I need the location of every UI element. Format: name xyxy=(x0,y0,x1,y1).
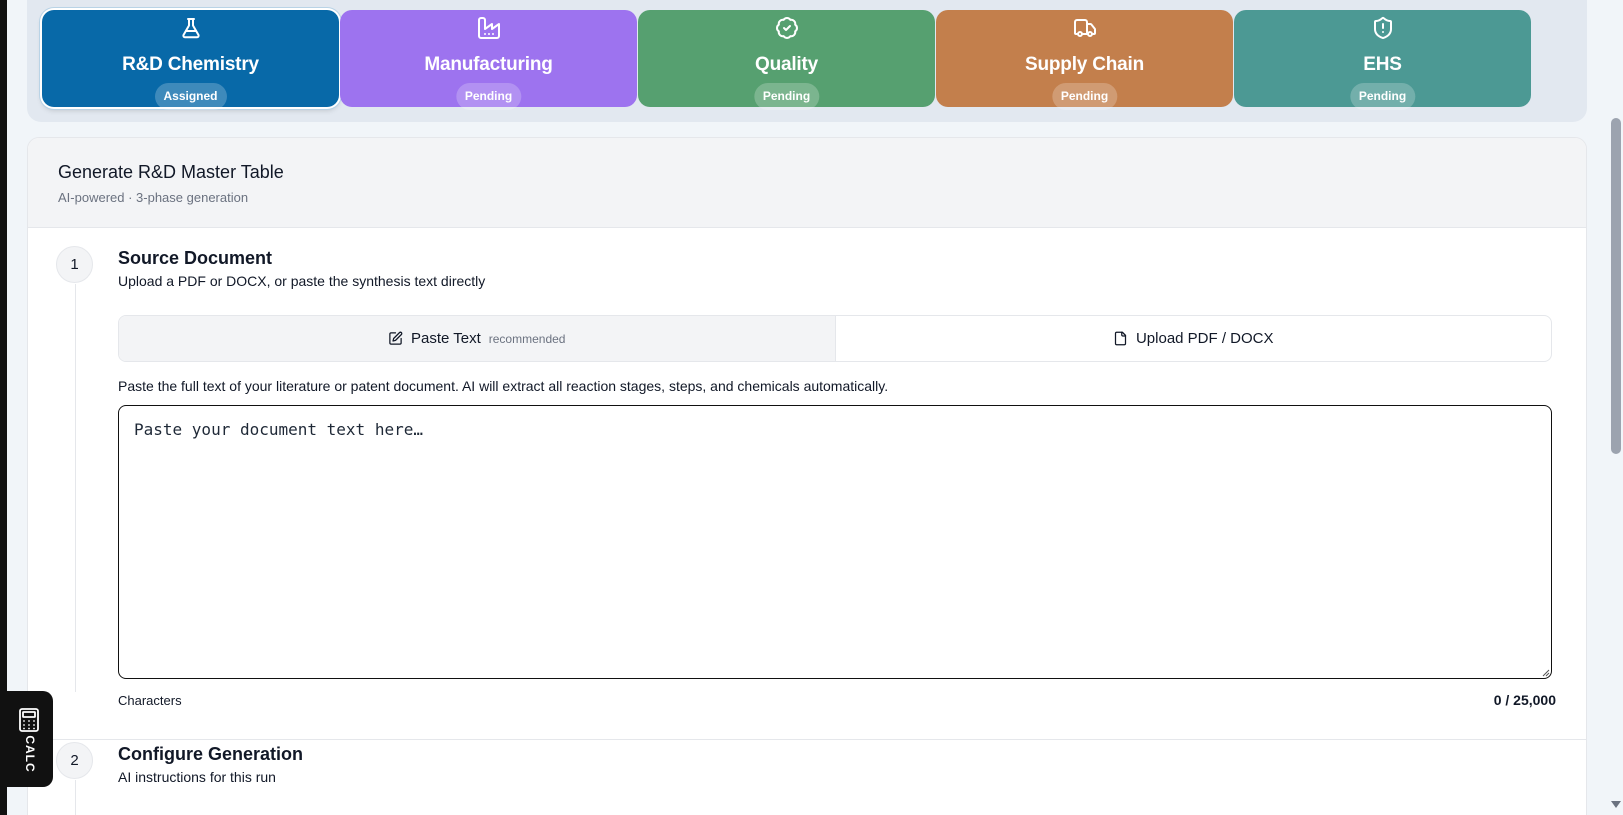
step-connector xyxy=(75,780,76,815)
page-scrollbar[interactable] xyxy=(1609,0,1623,815)
tab-paste-text[interactable]: Paste Text recommended xyxy=(119,316,836,361)
tab-label: Paste Text xyxy=(411,330,481,347)
characters-count: 0 / 25,000 xyxy=(1493,692,1556,708)
dept-name: EHS xyxy=(1363,54,1402,75)
dept-card-manufacturing[interactable]: Manufacturing Pending xyxy=(340,10,637,110)
tab-label: Upload PDF / DOCX xyxy=(1135,330,1274,347)
dept-card-supply-chain[interactable]: Supply Chain Pending xyxy=(936,10,1233,110)
panel-header: Generate R&D Master Table AI-powered · 3… xyxy=(28,138,1586,228)
resize-grip-icon[interactable] xyxy=(1542,669,1550,677)
step-title: Configure Generation xyxy=(118,744,304,764)
characters-label: Characters xyxy=(118,693,182,708)
dept-status-badge: Pending xyxy=(753,83,820,110)
generate-panel: Generate R&D Master Table AI-powered · 3… xyxy=(27,137,1587,815)
calculator-icon xyxy=(18,708,40,732)
factory-icon xyxy=(477,16,501,40)
dept-card-ehs[interactable]: EHS Pending xyxy=(1234,10,1531,110)
step-number: 1 xyxy=(56,246,93,283)
step-connector xyxy=(75,284,76,692)
dept-status-badge: Pending xyxy=(455,83,522,110)
section-divider xyxy=(28,739,1586,740)
step-number: 2 xyxy=(56,742,93,779)
department-strip: R&D Chemistry Assigned Manufacturing Pen… xyxy=(27,0,1587,122)
dept-status-badge: Pending xyxy=(1051,83,1118,110)
tab-upload-file[interactable]: Upload PDF / DOCX xyxy=(836,316,1552,361)
shield-alert-icon xyxy=(1371,16,1395,40)
paste-help-text: Paste the full text of your literature o… xyxy=(118,378,889,394)
dept-name: Manufacturing xyxy=(424,54,553,75)
panel-title: Generate R&D Master Table xyxy=(58,162,284,182)
scroll-down-arrow-icon[interactable] xyxy=(1611,801,1621,808)
dept-name: Quality xyxy=(754,54,818,75)
dept-name: Supply Chain xyxy=(1025,54,1144,75)
dept-card-quality[interactable]: Quality Pending xyxy=(638,10,935,110)
step-description: Upload a PDF or DOCX, or paste the synth… xyxy=(118,273,486,289)
recommended-note: recommended xyxy=(488,331,566,346)
edit-icon xyxy=(388,331,403,346)
dept-status-badge: Assigned xyxy=(154,83,227,110)
badge-check-icon xyxy=(775,16,799,40)
step-title: Source Document xyxy=(118,248,273,268)
dept-card-rd-chemistry[interactable]: R&D Chemistry Assigned xyxy=(42,10,339,110)
calc-widget-button[interactable]: CALC xyxy=(0,691,53,787)
file-icon xyxy=(1113,331,1128,346)
dept-name: R&D Chemistry xyxy=(122,54,259,75)
scrollbar-thumb[interactable] xyxy=(1611,118,1621,454)
document-text-input[interactable] xyxy=(118,405,1552,679)
calc-label: CALC xyxy=(23,735,37,773)
flask-icon xyxy=(179,16,203,40)
step-description: AI instructions for this run xyxy=(118,769,276,785)
dept-status-badge: Pending xyxy=(1349,83,1416,110)
panel-subtitle: AI-powered · 3-phase generation xyxy=(58,190,249,205)
truck-icon xyxy=(1073,16,1097,40)
source-tabs: Paste Text recommended Upload PDF / DOCX xyxy=(118,315,1552,362)
